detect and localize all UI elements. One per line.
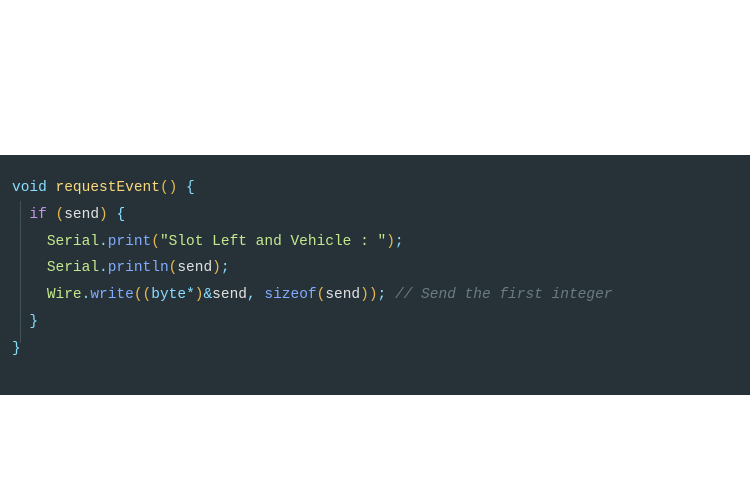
code-line: } [12,336,742,363]
code-token: ) [386,234,395,250]
code-token: { [116,207,125,223]
code-line: Serial.print("Slot Left and Vehicle : ")… [12,229,742,256]
code-editor[interactable]: void requestEvent() { if (send) { Serial… [0,155,750,395]
code-token: send [64,207,99,223]
code-token: sizeof [264,287,316,303]
code-token: Serial [47,260,99,276]
code-token: "Slot Left and Vehicle : " [160,234,386,250]
code-token: Wire [47,287,82,303]
code-token: send [212,287,247,303]
code-token: & [203,287,212,303]
code-token: // Send the first integer [395,287,613,303]
code-block: void requestEvent() { if (send) { Serial… [12,175,742,363]
indent-guide [20,201,21,343]
code-token: if [29,207,46,223]
code-token: send [325,287,360,303]
code-token: * [186,287,195,303]
code-line: } [12,309,742,336]
code-token: } [12,341,21,357]
code-token [47,180,56,196]
code-token: ( [151,234,160,250]
code-line: if (send) { [12,202,742,229]
code-token [47,207,56,223]
code-token: println [108,260,169,276]
code-token: (( [134,287,151,303]
code-token: ; [395,234,404,250]
code-line: Wire.write((byte*)&send, sizeof(send)); … [12,282,742,309]
code-token: send [177,260,212,276]
code-token: , [247,287,256,303]
code-token: byte [151,287,186,303]
code-token: . [99,260,108,276]
code-token: ) [212,260,221,276]
code-token: } [29,314,38,330]
code-token: Serial [47,234,99,250]
code-token: requestEvent [56,180,160,196]
code-token: write [90,287,134,303]
code-token [386,287,395,303]
code-token: () [160,180,177,196]
code-token: ( [56,207,65,223]
code-token: ) [99,207,108,223]
code-line: Serial.println(send); [12,255,742,282]
code-token: )) [360,287,377,303]
code-token [177,180,186,196]
code-token: . [99,234,108,250]
code-token: print [108,234,152,250]
code-token: void [12,180,47,196]
code-token: ( [317,287,326,303]
code-token: ; [378,287,387,303]
code-token: { [186,180,195,196]
code-token: ; [221,260,230,276]
code-line: void requestEvent() { [12,175,742,202]
